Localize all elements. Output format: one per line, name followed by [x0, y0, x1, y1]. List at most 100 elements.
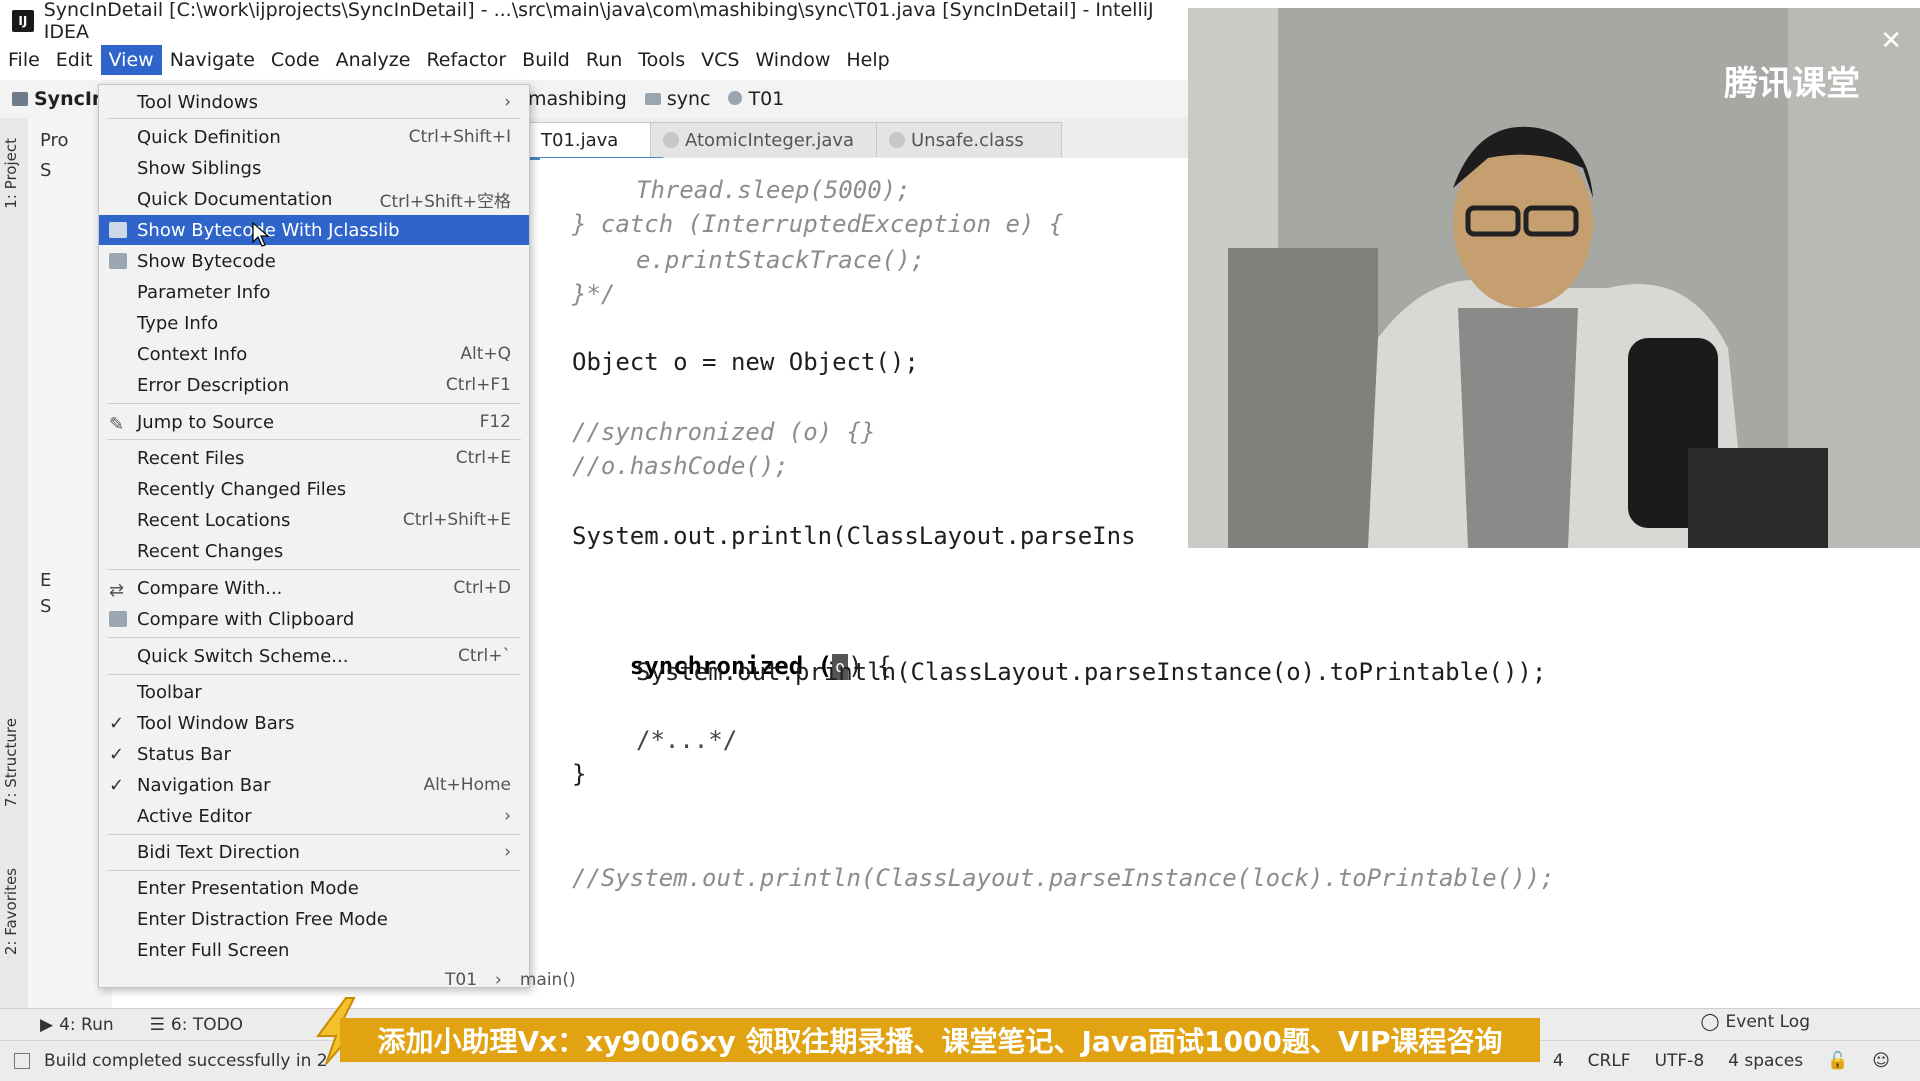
run-tool-label: 4: Run: [59, 1015, 114, 1035]
line-separator[interactable]: CRLF: [1588, 1051, 1631, 1071]
menu-item-label: Jump to Source: [137, 411, 275, 433]
menu-item-label: Status Bar: [137, 743, 231, 765]
tencent-classroom-logo: 腾讯课堂: [1724, 64, 1860, 104]
webcam-overlay: 腾讯课堂 ✕: [1188, 8, 1920, 548]
menu-item-show-siblings[interactable]: Show Siblings: [99, 153, 529, 183]
menu-code[interactable]: Code: [263, 45, 328, 75]
view-menu-dropdown: Tool Windows › Quick Definition Ctrl+Shi…: [98, 84, 530, 988]
menu-item-navigation-bar[interactable]: ✓ Navigation Bar Alt+Home: [99, 770, 529, 800]
menu-item-recent-changes[interactable]: Recent Changes: [99, 536, 529, 566]
lock-icon[interactable]: 🔓: [1827, 1051, 1848, 1071]
menu-item-active-editor[interactable]: Active Editor ›: [99, 801, 529, 831]
title-bar: IJ SyncInDetail [C:\work\ijprojects\Sync…: [0, 0, 1190, 43]
menu-item-quick-documentation[interactable]: Quick Documentation Ctrl+Shift+空格: [99, 184, 529, 214]
check-icon: ✓: [109, 743, 125, 765]
menu-view[interactable]: View: [100, 45, 162, 75]
menu-divider: [107, 439, 521, 440]
caret-position[interactable]: 4: [1553, 1051, 1564, 1071]
menu-item-show-bytecode-jclasslib[interactable]: Show Bytecode With Jclasslib: [99, 215, 529, 245]
crumb-class[interactable]: T01: [728, 88, 784, 110]
nav-root-label: SyncIn: [34, 88, 106, 110]
menu-item-quick-definition[interactable]: Quick Definition Ctrl+Shift+I: [99, 122, 529, 152]
chevron-right-icon: ›: [504, 806, 511, 826]
menu-item-full-screen[interactable]: Enter Full Screen: [99, 935, 529, 965]
crumb-method[interactable]: main(): [520, 970, 576, 990]
tree-item[interactable]: E: [40, 570, 51, 591]
menu-item-shortcut: Ctrl+E: [455, 448, 511, 468]
tab-atomicinteger[interactable]: AtomicInteger.java: [650, 122, 886, 157]
menu-item-toolbar[interactable]: Toolbar: [99, 677, 529, 707]
menu-refactor[interactable]: Refactor: [418, 45, 514, 75]
menu-item-jump-to-source[interactable]: ✎ Jump to Source F12: [99, 407, 529, 437]
status-message: Build completed successfully in 2: [44, 1051, 328, 1071]
menu-item-recent-locations[interactable]: Recent Locations Ctrl+Shift+E: [99, 505, 529, 535]
editor-breadcrumb: T01 › main(): [445, 970, 576, 990]
tab-unsafe[interactable]: Unsafe.class: [876, 122, 1062, 157]
menu-window[interactable]: Window: [747, 45, 838, 75]
project-panel-label[interactable]: Pro: [40, 130, 69, 151]
menu-item-label: Quick Switch Scheme...: [137, 645, 349, 667]
menu-item-recently-changed-files[interactable]: Recently Changed Files: [99, 474, 529, 504]
menu-navigate[interactable]: Navigate: [162, 45, 263, 75]
code-line: System.out.println(ClassLayout.parseIns: [572, 522, 1136, 550]
tab-t01-label: T01.java: [541, 129, 619, 151]
event-log-label: Event Log: [1725, 1012, 1810, 1032]
project-tool-tab[interactable]: 1: Project: [2, 138, 20, 209]
chevron-right-icon: ›: [504, 842, 511, 862]
crumb-class[interactable]: T01: [445, 970, 477, 990]
nav-root[interactable]: SyncIn: [12, 88, 105, 110]
indent-setting[interactable]: 4 spaces: [1728, 1051, 1803, 1071]
file-encoding[interactable]: UTF-8: [1655, 1051, 1705, 1071]
menu-vcs[interactable]: VCS: [693, 45, 747, 75]
menu-item-label: Recent Locations: [137, 509, 291, 531]
menu-item-label: Navigation Bar: [137, 774, 271, 796]
menu-item-tool-windows[interactable]: Tool Windows ›: [99, 87, 529, 117]
menu-item-show-bytecode[interactable]: Show Bytecode: [99, 246, 529, 276]
tab-t01[interactable]: T01.java: [528, 122, 664, 160]
code-line: System.out.println(ClassLayout.parseInst…: [636, 658, 1547, 686]
code-line: }*/: [572, 280, 616, 308]
menu-item-parameter-info[interactable]: Parameter Info: [99, 277, 529, 307]
crumb-package[interactable]: mashibing: [528, 88, 627, 110]
menu-run[interactable]: Run: [578, 45, 630, 75]
menu-edit[interactable]: Edit: [48, 45, 101, 75]
close-icon[interactable]: ✕: [1880, 26, 1902, 56]
chevron-right-icon: ›: [504, 92, 511, 112]
run-tool-button[interactable]: ▶ 4: Run: [40, 1015, 114, 1035]
menu-item-presentation-mode[interactable]: Enter Presentation Mode: [99, 873, 529, 903]
menu-item-compare-clipboard[interactable]: Compare with Clipboard: [99, 604, 529, 634]
menu-item-quick-switch-scheme[interactable]: Quick Switch Scheme... Ctrl+`: [99, 641, 529, 671]
menu-item-context-info[interactable]: Context Info Alt+Q: [99, 339, 529, 369]
tree-item[interactable]: S: [40, 160, 51, 181]
todo-tool-button[interactable]: ☰ 6: TODO: [150, 1015, 243, 1035]
menu-item-bidi-text-direction[interactable]: Bidi Text Direction ›: [99, 837, 529, 867]
intellij-icon: IJ: [12, 10, 34, 32]
menu-help[interactable]: Help: [838, 45, 897, 75]
menu-build[interactable]: Build: [514, 45, 578, 75]
code-fold[interactable]: /*...*/: [636, 726, 737, 754]
menu-item-compare-with[interactable]: ⇄ Compare With... Ctrl+D: [99, 573, 529, 603]
menu-divider: [107, 870, 521, 871]
menu-analyze[interactable]: Analyze: [328, 45, 419, 75]
tree-item[interactable]: S: [40, 596, 51, 617]
menu-item-type-info[interactable]: Type Info: [99, 308, 529, 338]
crumb-sync-label: sync: [666, 88, 711, 110]
menu-item-status-bar[interactable]: ✓ Status Bar: [99, 739, 529, 769]
code-line: } catch (InterruptedException e) {: [572, 210, 1064, 238]
left-tool-strip: 1: Project 7: Structure 2: Favorites: [0, 118, 29, 1008]
menu-item-tool-window-bars[interactable]: ✓ Tool Window Bars: [99, 708, 529, 738]
menu-item-label: Recent Changes: [137, 540, 284, 562]
menu-item-label: Compare With...: [137, 577, 283, 599]
favorites-tool-tab[interactable]: 2: Favorites: [2, 868, 20, 955]
menu-item-recent-files[interactable]: Recent Files Ctrl+E: [99, 443, 529, 473]
menu-divider: [107, 834, 521, 835]
crumb-sync[interactable]: sync: [644, 88, 711, 110]
menu-file[interactable]: File: [0, 45, 48, 75]
menu-item-error-description[interactable]: Error Description Ctrl+F1: [99, 370, 529, 400]
structure-tool-tab[interactable]: 7: Structure: [2, 718, 20, 807]
menu-divider: [107, 118, 521, 119]
menu-item-distraction-free-mode[interactable]: Enter Distraction Free Mode: [99, 904, 529, 934]
event-log-button[interactable]: ◯ Event Log: [1701, 1012, 1811, 1032]
menu-tools[interactable]: Tools: [630, 45, 693, 75]
inspector-icon[interactable]: ☺: [1872, 1051, 1890, 1071]
